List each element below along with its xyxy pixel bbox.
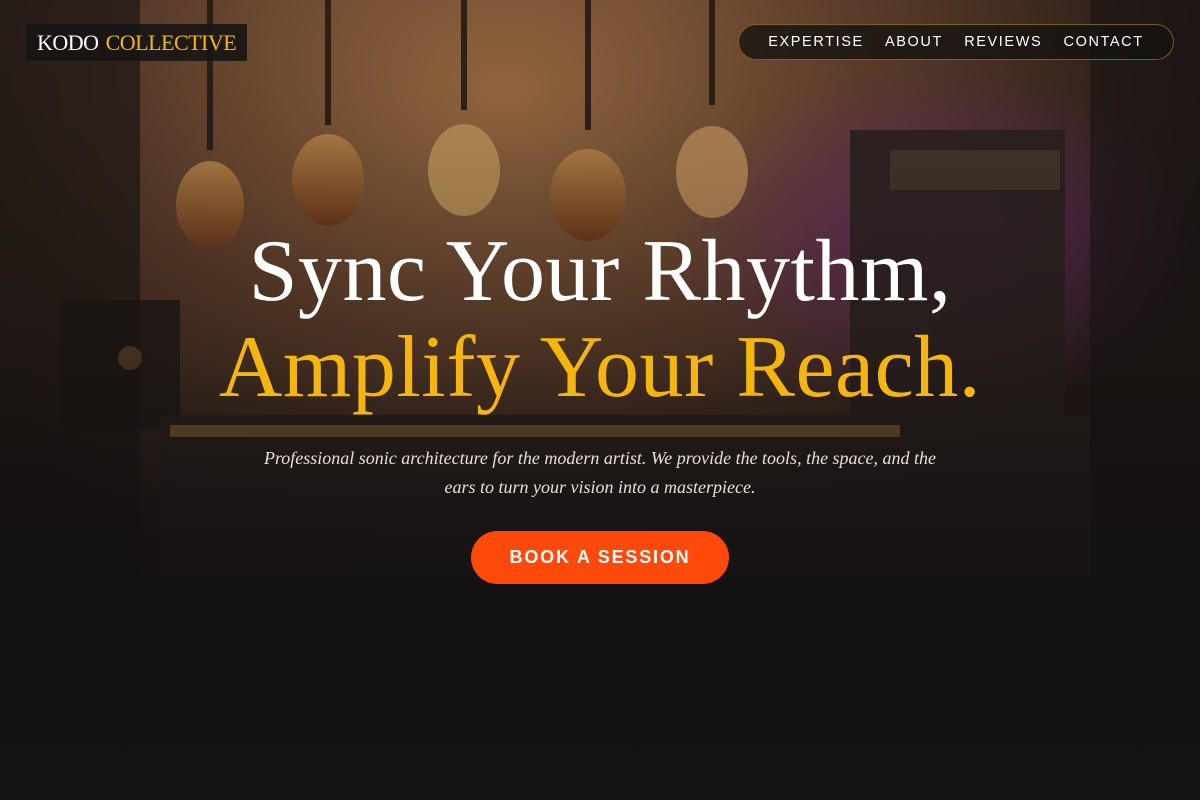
brand-name-part-2: COLLECTIVE bbox=[105, 29, 237, 55]
hero-heading-line-2: Amplify Your Reach. bbox=[218, 319, 982, 416]
brand-name-part-1: KODO bbox=[37, 29, 99, 55]
nav-item-contact[interactable]: CONTACT bbox=[1064, 34, 1144, 50]
nav-item-expertise[interactable]: EXPERTISE bbox=[768, 34, 864, 50]
hero-tagline: Professional sonic architecture for the … bbox=[263, 448, 937, 497]
nav-item-reviews[interactable]: REVIEWS bbox=[964, 34, 1042, 50]
hero-heading-line-1: Sync Your Rhythm, bbox=[248, 223, 952, 320]
book-session-button[interactable]: BOOK A SESSION bbox=[471, 531, 729, 584]
hero-section: Sync Your Rhythm, Amplify Your Reach. Pr… bbox=[0, 224, 1200, 584]
main-nav: EXPERTISE ABOUT REVIEWS CONTACT bbox=[738, 24, 1174, 60]
nav-item-about[interactable]: ABOUT bbox=[885, 34, 943, 50]
brand-logo[interactable]: KODO COLLECTIVE bbox=[26, 24, 248, 61]
